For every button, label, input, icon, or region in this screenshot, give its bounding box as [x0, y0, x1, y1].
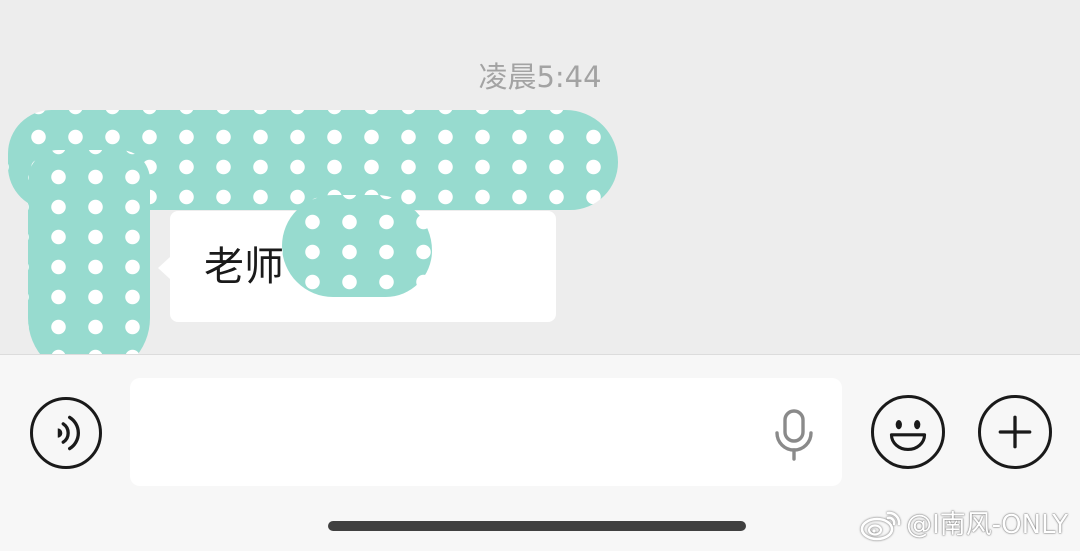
message-timestamp: 凌晨5:44 — [478, 60, 602, 94]
message-list[interactable]: 凌晨5:44 老师 请假 — [0, 0, 1080, 378]
more-actions-button[interactable] — [978, 395, 1052, 469]
plus-icon — [998, 415, 1032, 449]
mic-icon[interactable] — [770, 409, 818, 461]
redaction-mark — [28, 150, 150, 378]
weibo-logo-icon — [860, 511, 901, 541]
home-indicator[interactable] — [328, 521, 746, 531]
message-input[interactable] — [130, 378, 842, 486]
voice-input-button[interactable] — [30, 397, 102, 469]
voice-input-icon — [57, 415, 80, 451]
watermark-text: @I南风-ONLY — [906, 510, 1068, 540]
watermark: @I南风-ONLY — [860, 509, 1068, 541]
emoji-icon — [889, 420, 927, 452]
emoji-button[interactable] — [871, 395, 945, 469]
redaction-mark — [282, 195, 432, 297]
chat-screen: 凌晨5:44 老师 请假 — [0, 0, 1080, 551]
